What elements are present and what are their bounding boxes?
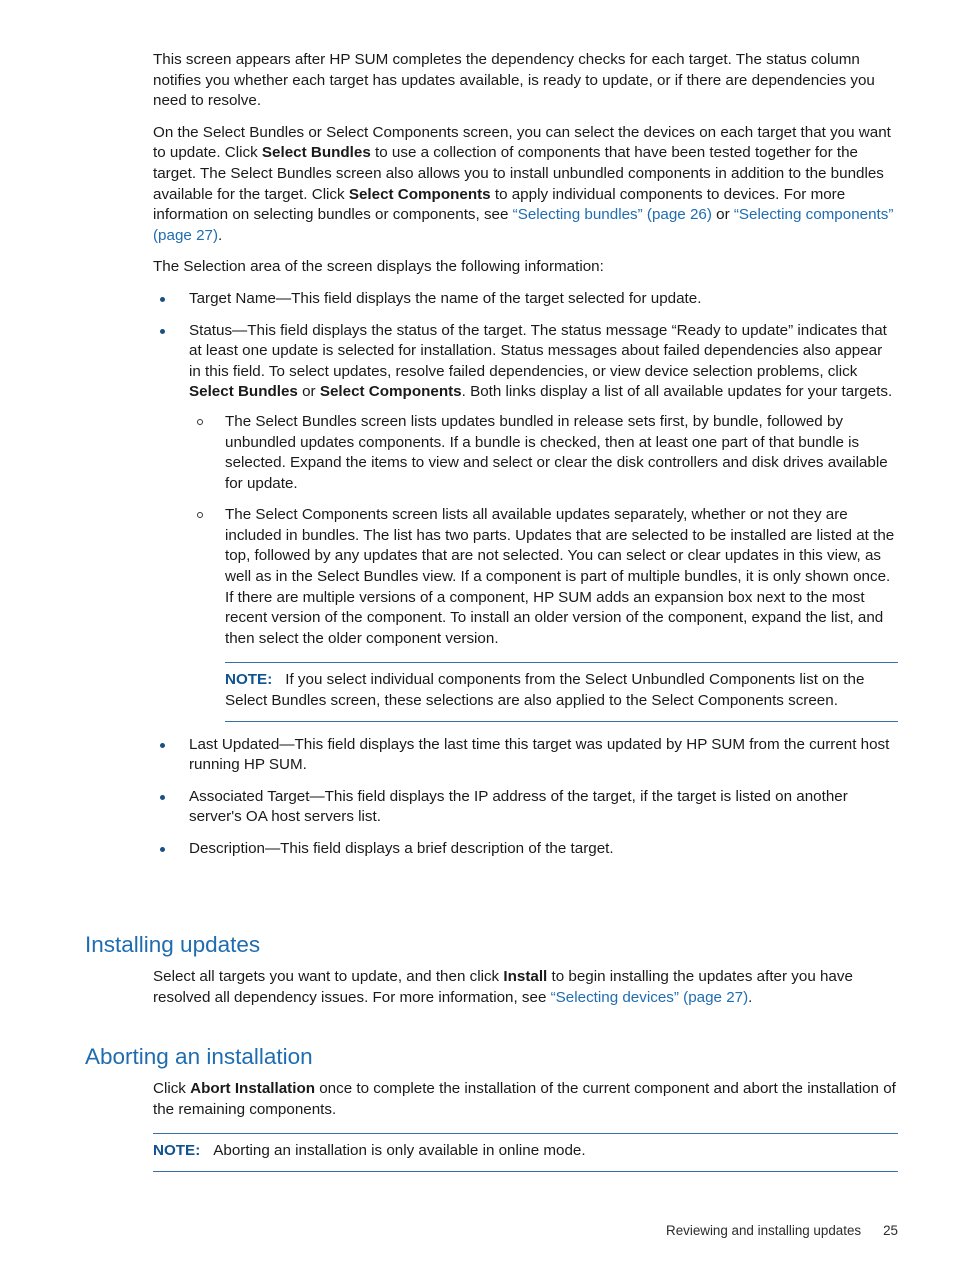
status-sub-list: The Select Bundles screen lists updates …	[189, 412, 898, 722]
installing-updates-paragraph: Select all targets you want to update, a…	[153, 967, 898, 1008]
sub-bundles-text: The Select Bundles screen lists updates …	[225, 412, 888, 492]
iu-text-1: Select all targets you want to update, a…	[153, 968, 504, 985]
document-page: This screen appears after HP SUM complet…	[0, 0, 954, 1271]
sub-components-text: The Select Components screen lists all a…	[225, 506, 895, 647]
description-text: Description—This field displays a brief …	[189, 840, 614, 857]
status-text-2: or	[297, 383, 320, 401]
link-selecting-devices[interactable]: “Selecting devices” (page 27)	[551, 989, 749, 1006]
select-bundles-bold-2: Select Bundles	[189, 383, 298, 401]
status-text-3: . Both links display a list of all avail…	[461, 383, 893, 401]
install-bold: Install	[503, 968, 548, 985]
footer-chapter-title: Reviewing and installing updates	[666, 1223, 862, 1238]
sub-list-item-select-bundles: The Select Bundles screen lists updates …	[189, 412, 898, 494]
sub-list-item-select-components: The Select Components screen lists all a…	[189, 505, 898, 722]
status-text-1: Status—This field displays the status of…	[189, 321, 887, 380]
intro-paragraph-3: The Selection area of the screen display…	[153, 258, 604, 276]
note-text: If you select individual components from…	[225, 671, 865, 710]
page-heading-aborting-installation: Aborting an installation	[85, 1044, 313, 1069]
section-aborting-installation: Aborting an installation Click Abort Ins…	[85, 1044, 898, 1185]
intro-paragraph-2: On the Select Bundles or Select Componen…	[153, 123, 898, 247]
note-text: Aborting an installation is only availab…	[213, 1142, 586, 1160]
section-installing-updates: Installing updates Select all targets yo…	[85, 932, 898, 1019]
note-box-unbundled-components: NOTE: If you select individual components…	[225, 662, 898, 722]
iu-text-3: .	[748, 988, 753, 1006]
installing-updates-body: Select all targets you want to update, a…	[153, 967, 898, 1008]
selection-fields-list: Target Name—This field displays the name…	[153, 289, 898, 860]
aborting-installation-body: Click Abort Installation once to complet…	[153, 1079, 898, 1172]
ai-text-1: Click	[153, 1080, 191, 1097]
aborting-installation-paragraph: Click Abort Installation once to complet…	[153, 1079, 898, 1120]
para2-text-4: or	[711, 206, 734, 224]
note-label: NOTE:	[153, 1142, 201, 1160]
intro-paragraph-1: This screen appears after HP SUM complet…	[153, 51, 875, 110]
associated-target-text: Associated Target—This field displays th…	[189, 787, 848, 826]
page-footer: Reviewing and installing updates 25	[85, 1222, 898, 1240]
list-item-last-updated: Last Updated—This field displays the las…	[153, 735, 898, 776]
para2-text-5: .	[218, 226, 223, 244]
main-content-column: This screen appears after HP SUM complet…	[153, 50, 898, 871]
note-box-online-mode: NOTE: Aborting an installation is only av…	[153, 1133, 898, 1172]
list-item-target-name: Target Name—This field displays the name…	[153, 289, 898, 310]
select-components-bold-2: Select Components	[319, 383, 462, 401]
link-selecting-bundles[interactable]: “Selecting bundles” (page 26)	[513, 206, 712, 223]
note-label: NOTE:	[225, 671, 273, 689]
list-item-description: Description—This field displays a brief …	[153, 839, 898, 860]
page-heading-installing-updates: Installing updates	[85, 932, 261, 957]
list-item-associated-target: Associated Target—This field displays th…	[153, 787, 898, 828]
footer-page-number: 25	[883, 1223, 898, 1238]
list-item-status: Status—This field displays the status of…	[153, 321, 898, 722]
target-name-text: Target Name—This field displays the name…	[189, 289, 702, 307]
abort-installation-bold: Abort Installation	[190, 1080, 315, 1097]
select-components-bold-1: Select Components	[348, 185, 491, 203]
last-updated-text: Last Updated—This field displays the las…	[189, 735, 890, 774]
select-bundles-bold-1: Select Bundles	[261, 144, 371, 162]
